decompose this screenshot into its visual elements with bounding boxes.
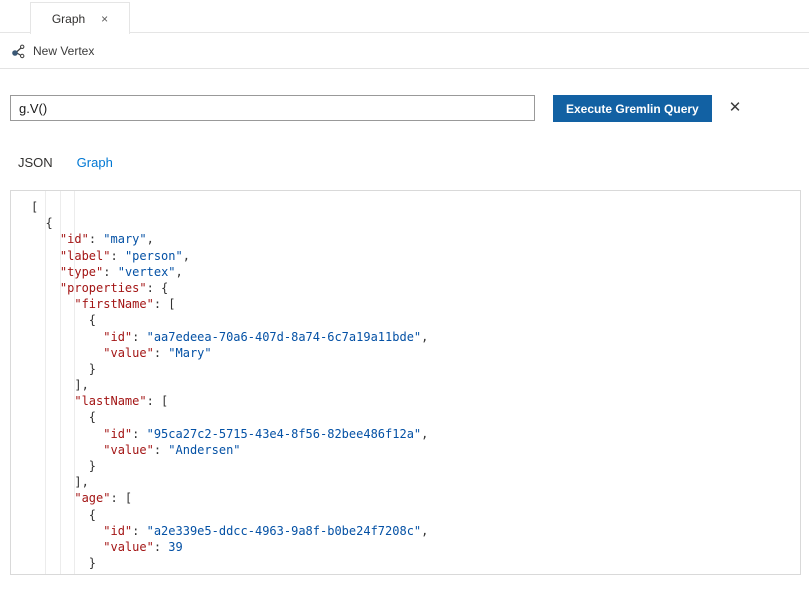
code-line: { <box>31 507 800 523</box>
code-line: "value": "Andersen" <box>31 442 800 458</box>
tab-graph[interactable]: Graph × <box>30 2 130 34</box>
code-line: ], <box>31 474 800 490</box>
data-explorer-graph-pane: Graph × New Vertex Execute Gremlin Query… <box>0 0 809 592</box>
code-line: "age": [ <box>31 490 800 506</box>
code-line: "type": "vertex", <box>31 264 800 280</box>
code-line: { <box>31 409 800 425</box>
code-line: "id": "95ca27c2-5715-43e4-8f56-82bee486f… <box>31 426 800 442</box>
code-line: { <box>31 312 800 328</box>
new-vertex-label: New Vertex <box>33 44 94 58</box>
code-line: ], <box>31 377 800 393</box>
tab-bar: Graph × <box>0 0 809 33</box>
command-bar: New Vertex <box>0 34 809 69</box>
json-editor-code: [ { "id": "mary", "label": "person", "ty… <box>11 191 800 571</box>
new-vertex-icon <box>10 43 26 59</box>
code-line: "properties": { <box>31 280 800 296</box>
execute-gremlin-query-button[interactable]: Execute Gremlin Query <box>553 95 712 122</box>
code-line: { <box>31 215 800 231</box>
result-view-tabs: JSON Graph <box>18 155 113 170</box>
code-line: } <box>31 555 800 571</box>
code-line: } <box>31 458 800 474</box>
code-line: "id": "aa7edeea-70a6-407d-8a74-6c7a19a11… <box>31 329 800 345</box>
tab-json-view[interactable]: JSON <box>18 155 53 170</box>
code-line: "id": "mary", <box>31 231 800 247</box>
code-line: "value": 39 <box>31 539 800 555</box>
code-line: "firstName": [ <box>31 296 800 312</box>
new-vertex-button[interactable]: New Vertex <box>10 43 94 59</box>
code-line: "value": "Mary" <box>31 345 800 361</box>
tab-close-icon[interactable]: × <box>101 13 108 25</box>
code-line: "label": "person", <box>31 248 800 264</box>
tab-graph-view[interactable]: Graph <box>77 155 113 170</box>
code-line: "lastName": [ <box>31 393 800 409</box>
json-results-editor[interactable]: [ { "id": "mary", "label": "person", "ty… <box>10 190 801 575</box>
gremlin-query-input[interactable] <box>10 95 535 121</box>
code-line: [ <box>31 199 800 215</box>
clear-query-icon[interactable]: ✕ <box>724 99 746 117</box>
tab-graph-label: Graph <box>52 12 85 26</box>
code-line: } <box>31 361 800 377</box>
code-line: "id": "a2e339e5-ddcc-4963-9a8f-b0be24f72… <box>31 523 800 539</box>
